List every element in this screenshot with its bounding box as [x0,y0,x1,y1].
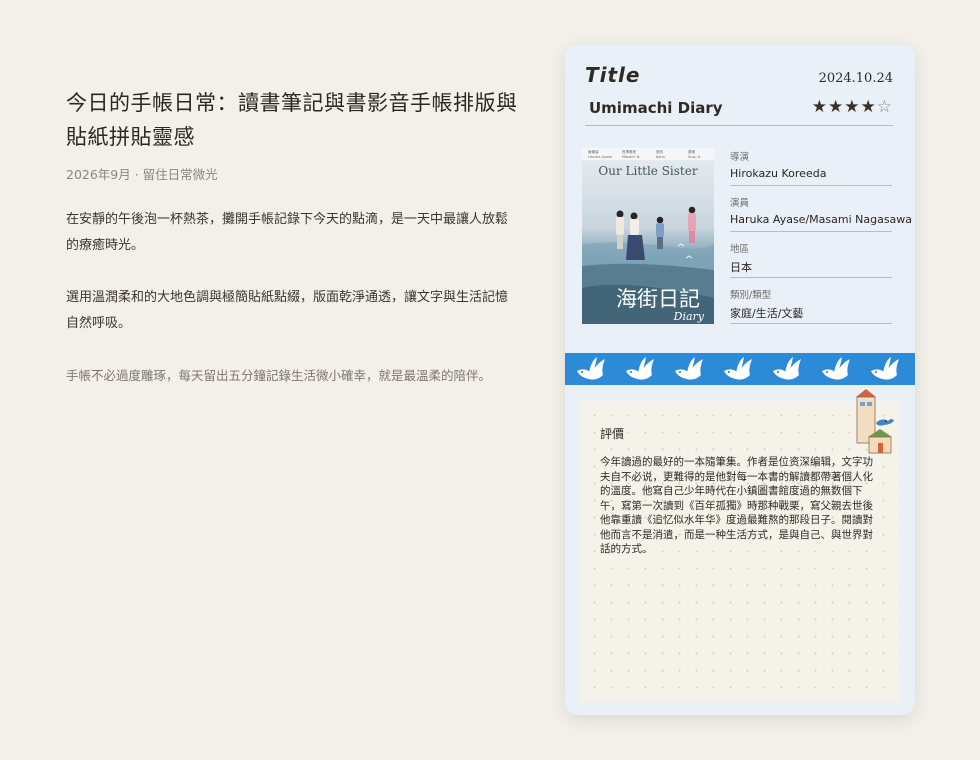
star-filled-icon: ★ [828,97,845,117]
svg-text:長澤雅美: 長澤雅美 [622,149,636,154]
bird-washi-tape [565,353,915,385]
bird-icon [822,357,850,380]
star-empty-icon: ☆ [876,97,893,117]
info-label: 地區 [730,244,750,255]
star-rating: ★★★★☆ [812,97,893,117]
info-value: Hirokazu Koreeda [730,167,827,180]
info-list: 導演 Hirokazu Koreeda 演員 Haruka Ayase/Masa… [730,149,912,333]
divider [730,185,892,186]
svg-text:夏帆: 夏帆 [656,149,664,154]
article-paragraph: 手帳不必過度雕琢，每天留出五分鐘記錄生活微小確幸，就是最溫柔的陪伴。 [66,368,492,383]
svg-text:Haruka Ayase: Haruka Ayase [588,155,612,159]
movie-poster: 綾瀬遙 長澤雅美 夏帆 廣瀨 Haruka Ayase Masami N. Kaho Suz… [582,148,714,324]
poster-diary-text: Diary [673,310,705,323]
info-value: 日本 [730,261,752,274]
bird-icon [675,357,703,380]
entry-date: 2024.10.24 [818,71,893,86]
bird-icon [871,357,899,380]
info-label: 演員 [730,198,750,209]
info-label: 導演 [730,152,750,163]
info-value: Haruka Ayase/Masami Nagasawa [730,213,913,226]
article-paragraph: 在安靜的午後泡一杯熱茶，攤開手帳記錄下今天的點滴，是一天中最讓人放鬆的療癒時光。 [66,212,509,253]
info-value: 家庭/生活/文藝 [730,307,804,320]
star-filled-icon: ★ [860,97,877,117]
journal-card: Title 2024.10.24 Umimachi Diary ★★★★☆ 綾瀬… [565,45,915,715]
svg-text:Kaho: Kaho [656,155,665,159]
review-section: 評價 今年讀過的最好的一本隨筆集。作者是位资深编辑，文字功夫自不必说，更難得的是… [580,389,900,702]
info-region: 地區 日本 [730,241,892,287]
svg-text:Masami N.: Masami N. [622,155,640,159]
star-filled-icon: ★ [844,97,861,117]
title-label: Title [585,63,641,87]
poster-english-title: Our Little Sister [598,164,697,178]
article: 今日的手帳日常：讀書筆記與書影音手帳排版與貼紙拼貼靈感 2026年9月 · 留住… [66,86,518,389]
article-paragraph: 選用溫潤柔和的大地色調與極簡貼紙點綴，版面乾淨通透，讓文字與生活記憶自然呼吸。 [66,290,509,331]
movie-title: Umimachi Diary [589,99,723,117]
info-genre: 類別/類型 家庭/生活/文藝 [730,287,892,333]
info-label: 類別/類型 [730,290,772,301]
info-cast: 演員 Haruka Ayase/Masami Nagasawa [730,195,912,241]
bird-icon [724,357,752,380]
review-text: 今年讀過的最好的一本隨筆集。作者是位资深编辑，文字功夫自不必说，更難得的是他對每… [600,456,873,555]
bird-icon [626,357,654,380]
svg-text:Suzu H.: Suzu H. [688,155,701,159]
divider [730,323,892,324]
star-filled-icon: ★ [811,97,828,117]
bird-icon [577,357,605,380]
lighthouse-sticker-icon [850,389,894,457]
info-director: 導演 Hirokazu Koreeda [730,149,892,195]
article-meta: 2026年9月 · 留住日常微光 [66,167,218,182]
divider [730,231,892,232]
svg-text:綾瀬遙: 綾瀬遙 [588,149,599,154]
review-heading: 評價 [600,427,625,441]
poster-chinese-title: 海街日記 [616,287,700,311]
svg-text:廣瀨: 廣瀨 [688,149,696,154]
article-title: 今日的手帳日常：讀書筆記與書影音手帳排版與貼紙拼貼靈感 [66,91,518,149]
divider [585,125,893,126]
bird-icon [773,357,801,380]
divider [730,277,892,278]
